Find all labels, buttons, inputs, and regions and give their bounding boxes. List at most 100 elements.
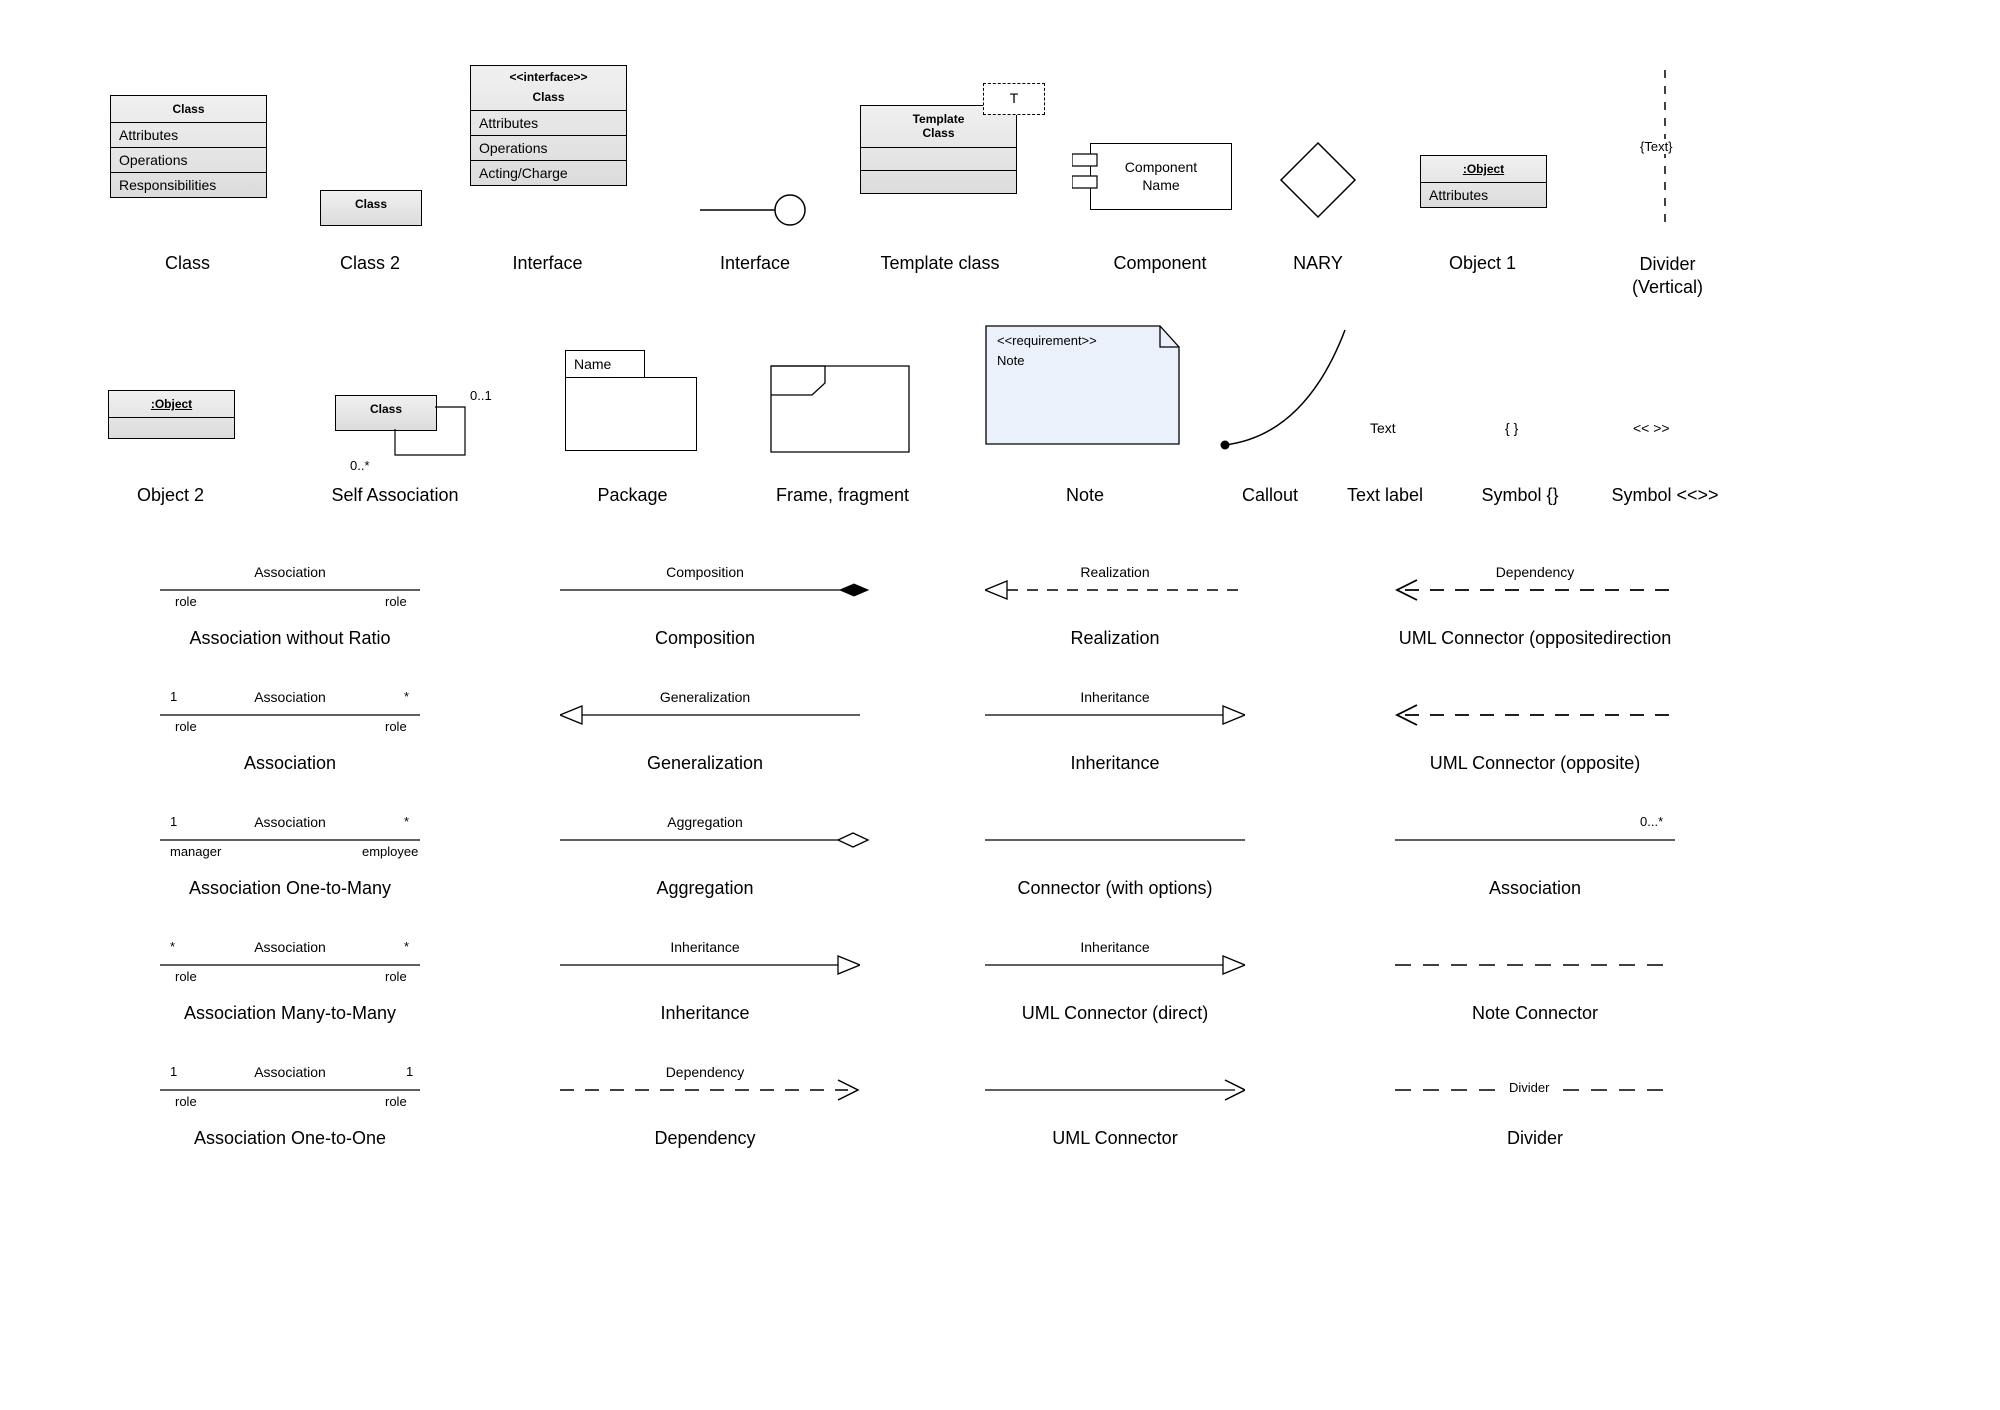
conn-role-l1: role xyxy=(175,594,197,609)
object2-shape[interactable]: :Object xyxy=(108,390,235,439)
frame-shape[interactable] xyxy=(770,365,910,453)
conn-role-r1: role xyxy=(385,594,407,609)
caption-one-many: Association One-to-Many xyxy=(140,878,440,899)
class-responsibilities: Responsibilities xyxy=(111,173,266,197)
m-3l: * xyxy=(170,939,175,954)
r-3r: role xyxy=(385,969,407,984)
package-tab: Name xyxy=(565,350,645,377)
r-2r: employee xyxy=(362,844,418,859)
caption-realization: Realization xyxy=(975,628,1255,649)
interface-acting: Acting/Charge xyxy=(471,161,626,185)
caption-interface: Interface xyxy=(470,253,625,274)
caption-divider: Divider xyxy=(1395,1128,1675,1149)
class2-shape[interactable]: Class xyxy=(320,190,422,226)
note-body: Note xyxy=(997,353,1024,368)
m-3r: * xyxy=(404,939,409,954)
caption-generalization: Generalization xyxy=(555,753,855,774)
caption-divider-v: Divider (Vertical) xyxy=(1610,253,1725,300)
caption-opp-dir: UML Connector (oppositedirection xyxy=(1370,628,1700,649)
textlabel-shape[interactable]: Text xyxy=(1370,420,1396,436)
package-shape[interactable]: Name xyxy=(565,350,697,451)
interface-shape[interactable]: <<interface>> Class Attributes Operation… xyxy=(470,65,627,186)
conn-uml[interactable] xyxy=(985,1075,1245,1105)
conn-agg-lbl: Aggregation xyxy=(560,814,850,830)
r-4l: role xyxy=(175,1094,197,1109)
r-4r: role xyxy=(385,1094,407,1109)
caption-callout: Callout xyxy=(1210,485,1330,506)
m-1r: * xyxy=(404,689,409,704)
m-4r: 1 xyxy=(406,1064,413,1079)
caption-assoc: Association xyxy=(160,753,420,774)
conn-1m-lbl: Association xyxy=(160,814,420,830)
caption-interface2: Interface xyxy=(690,253,820,274)
conn-inh-b-lbl: Inheritance xyxy=(985,689,1245,705)
object1-title: :Object xyxy=(1421,156,1546,183)
class-title: Class xyxy=(111,96,266,123)
conn-11-lbl: Association xyxy=(160,1064,420,1080)
class-attributes: Attributes xyxy=(111,123,266,148)
interface-stereo: <<interface>> xyxy=(471,66,626,84)
conn-note[interactable] xyxy=(1395,950,1675,980)
selfassoc-top-mult: 0..1 xyxy=(470,388,492,403)
r-1l: role xyxy=(175,719,197,734)
interface-title: Class xyxy=(471,84,626,111)
caption-package: Package xyxy=(555,485,710,506)
conn-generalization-lbl: Generalization xyxy=(560,689,850,705)
caption-class2: Class 2 xyxy=(305,253,435,274)
symbol-angles-shape[interactable]: << >> xyxy=(1633,420,1670,436)
m-1l: 1 xyxy=(170,689,177,704)
m-assoc2: 0...* xyxy=(1640,814,1663,829)
m-2r: * xyxy=(404,814,409,829)
selfassoc-bot-mult: 0..* xyxy=(350,458,370,473)
callout-shape[interactable] xyxy=(1215,325,1355,450)
object2-title: :Object xyxy=(109,391,234,418)
caption-inheritance: Inheritance xyxy=(975,753,1255,774)
caption-aggregation: Aggregation xyxy=(555,878,855,899)
caption-association2: Association xyxy=(1395,878,1675,899)
template-shape[interactable]: Template Class T xyxy=(860,105,1017,194)
conn-assoc-lbl: Association xyxy=(160,689,420,705)
conn-dir-lbl: Inheritance xyxy=(985,939,1245,955)
caption-template: Template class xyxy=(855,253,1025,274)
caption-nary: NARY xyxy=(1268,253,1368,274)
caption-braces: Symbol {} xyxy=(1465,485,1575,506)
caption-composition: Composition xyxy=(555,628,855,649)
caption-many-many: Association Many-to-Many xyxy=(140,1003,440,1024)
interface-attr: Attributes xyxy=(471,111,626,136)
caption-textlabel: Text label xyxy=(1335,485,1435,506)
component-name: Component Name xyxy=(1091,158,1231,194)
class-shape[interactable]: Class Attributes Operations Responsibili… xyxy=(110,95,267,198)
caption-one-one: Association One-to-One xyxy=(140,1128,440,1149)
caption-frame: Frame, fragment xyxy=(755,485,930,506)
caption-note-conn: Note Connector xyxy=(1395,1003,1675,1024)
nary-shape[interactable] xyxy=(1278,140,1358,220)
divider-text: {Text} xyxy=(1640,139,1673,154)
caption-conn-direct: UML Connector (direct) xyxy=(960,1003,1270,1024)
template-param: T xyxy=(983,83,1045,115)
caption-object1: Object 1 xyxy=(1410,253,1555,274)
caption-note: Note xyxy=(1000,485,1170,506)
note-stereo: <<requirement>> xyxy=(997,333,1097,348)
component-icon xyxy=(1072,150,1102,200)
interface-ops: Operations xyxy=(471,136,626,161)
caption-class: Class xyxy=(110,253,265,274)
conn-opposite[interactable] xyxy=(1395,700,1675,730)
r-1r: role xyxy=(385,719,407,734)
caption-object2: Object 2 xyxy=(98,485,243,506)
conn-options[interactable] xyxy=(985,825,1245,855)
caption-conn-opts: Connector (with options) xyxy=(960,878,1270,899)
conn-divider-lbl: Divider xyxy=(1505,1080,1553,1095)
selfassoc-loop xyxy=(335,395,485,465)
conn-inh-d-lbl: Inheritance xyxy=(560,939,850,955)
object1-attr: Attributes xyxy=(1421,183,1546,207)
component-shape[interactable]: Component Name xyxy=(1090,143,1232,210)
caption-uml-conn: UML Connector xyxy=(975,1128,1255,1149)
conn-association2[interactable] xyxy=(1395,825,1675,855)
symbol-braces-shape[interactable]: { } xyxy=(1505,420,1518,436)
conn-realization-lbl: Realization xyxy=(985,564,1245,580)
caption-dependency: Dependency xyxy=(555,1128,855,1149)
conn-mm-lbl: Association xyxy=(160,939,420,955)
conn-assoc-noratio-lbl: Association xyxy=(160,564,420,580)
object1-shape[interactable]: :Object Attributes xyxy=(1420,155,1547,208)
interface-lollipop-shape[interactable] xyxy=(700,190,810,230)
